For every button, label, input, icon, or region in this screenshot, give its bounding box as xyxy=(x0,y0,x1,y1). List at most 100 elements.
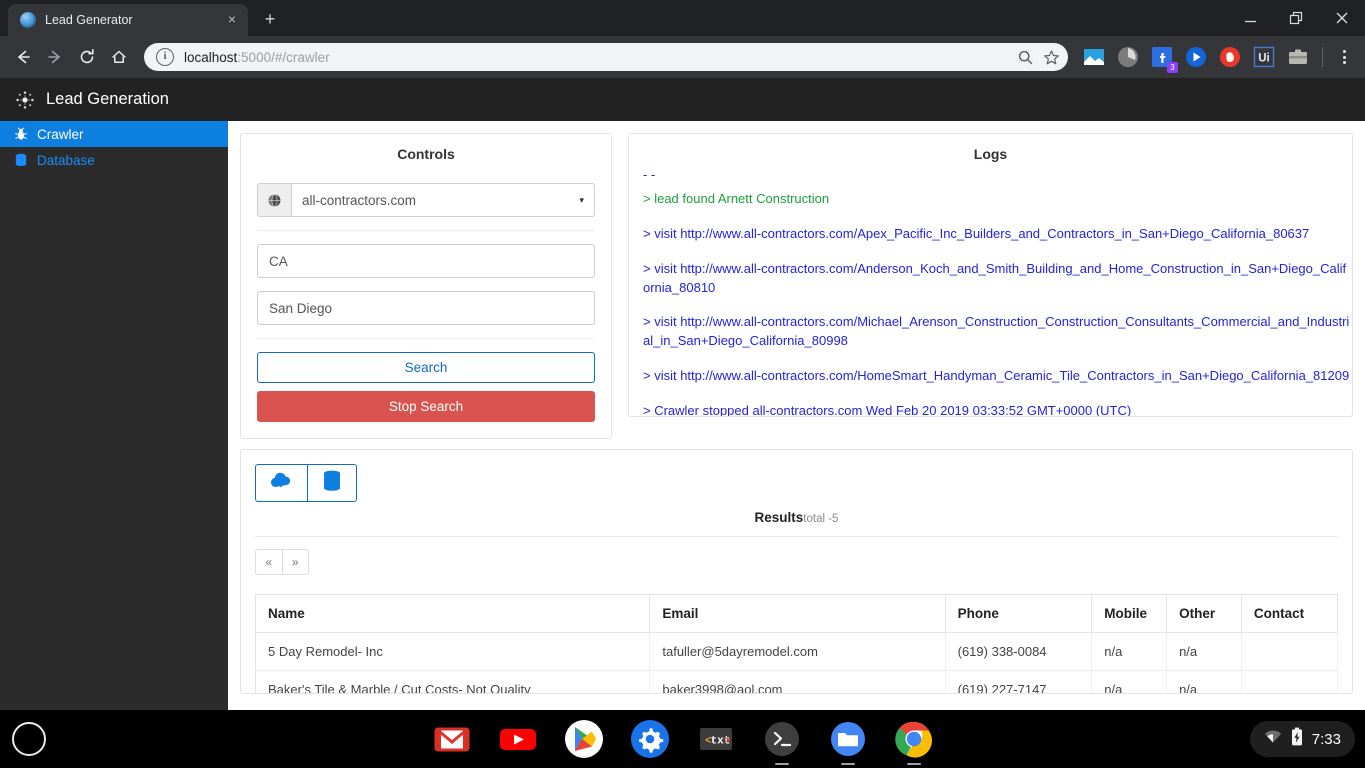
column-header-contact[interactable]: Contact xyxy=(1241,594,1339,633)
log-entry-stopped: > Crawler stopped all-contractors.com We… xyxy=(643,402,1132,416)
logs-title: Logs xyxy=(973,146,1008,162)
back-icon[interactable] xyxy=(8,42,38,72)
globe-icon xyxy=(257,183,291,217)
browser-window: Lead Generator × + i localhost:5000/#/cr… xyxy=(0,0,1365,710)
search-button[interactable]: Search xyxy=(257,352,595,383)
state-input-value: CA xyxy=(269,253,288,269)
city-input[interactable]: San Diego xyxy=(257,291,595,325)
home-icon[interactable] xyxy=(104,42,134,72)
tab-strip: Lead Generator × + xyxy=(0,0,1365,36)
site-select[interactable]: all-contractors.com ▾ xyxy=(291,183,595,217)
files-app-icon[interactable] xyxy=(826,717,870,765)
app-brand-title: Lead Generation xyxy=(46,90,169,108)
sidebar-item-crawler[interactable]: Crawler xyxy=(0,121,228,147)
cell-contact xyxy=(1241,670,1339,693)
ui-extension-icon[interactable]: Ui xyxy=(1251,44,1277,70)
pie-extension-icon[interactable] xyxy=(1115,44,1141,70)
main-content: Controls all-contractors.com ▾ CA San Di… xyxy=(228,121,1365,710)
stop-search-button[interactable]: Stop Search xyxy=(257,391,595,422)
results-toolbar xyxy=(255,464,357,502)
stop-hand-extension-icon[interactable] xyxy=(1217,44,1243,70)
svg-text:>: > xyxy=(724,736,731,748)
wifi-icon xyxy=(1264,729,1282,749)
settings-app-icon[interactable] xyxy=(628,717,672,761)
browser-toolbar: i localhost:5000/#/crawler 3 Ui xyxy=(0,36,1365,78)
chrome-app-icon[interactable] xyxy=(892,717,936,765)
browser-menu-icon[interactable] xyxy=(1331,44,1357,70)
toolbox-extension-icon[interactable] xyxy=(1285,44,1311,70)
pagination-first-button[interactable]: « xyxy=(255,549,282,575)
app-header: Lead Generation xyxy=(0,78,1365,121)
results-total-text: total -5 xyxy=(803,513,839,525)
column-header-name[interactable]: Name xyxy=(254,594,651,633)
maximize-restore-button[interactable] xyxy=(1273,0,1319,36)
text-editor-app-icon[interactable]: < txt > xyxy=(694,717,738,761)
facebook-extension-icon[interactable]: 3 xyxy=(1149,44,1178,73)
url-text: localhost:5000/#/crawler xyxy=(174,50,1012,65)
tab-close-icon[interactable]: × xyxy=(224,12,240,28)
sidebar-item-database[interactable]: Database xyxy=(0,147,228,173)
search-icon[interactable] xyxy=(1012,44,1038,70)
cell-phone: (619) 227-7147 xyxy=(945,670,1093,693)
log-entry-visit: > visit http://www.all-contractors.com/A… xyxy=(643,260,1347,295)
database-icon xyxy=(14,153,28,167)
forward-icon[interactable] xyxy=(40,42,70,72)
gmail-app-icon[interactable] xyxy=(430,717,474,761)
youtube-app-icon[interactable] xyxy=(496,717,540,761)
launcher-button[interactable] xyxy=(12,722,46,756)
log-entry-text: - - xyxy=(643,167,656,180)
site-select-group[interactable]: all-contractors.com ▾ xyxy=(257,183,595,217)
svg-text:Ui: Ui xyxy=(1258,53,1270,65)
controls-panel: Controls all-contractors.com ▾ CA San Di… xyxy=(240,133,612,439)
divider xyxy=(255,536,1338,537)
logs-panel: Logs - - > lead found Arnett Constructio… xyxy=(628,133,1353,417)
site-info-icon[interactable]: i xyxy=(156,48,174,66)
cell-email: baker3998@aol.com xyxy=(649,670,946,693)
terminal-app-icon[interactable] xyxy=(760,717,804,765)
system-tray[interactable]: 7:33 xyxy=(1249,721,1355,757)
save-to-database-button[interactable] xyxy=(306,464,357,502)
cell-mobile: n/a xyxy=(1091,670,1168,693)
play-store-app-icon[interactable] xyxy=(562,717,606,761)
image-extension-icon[interactable] xyxy=(1081,44,1107,70)
controls-title: Controls xyxy=(397,146,455,162)
log-entry-visit: > visit http://www.all-contractors.com/H… xyxy=(643,368,1350,384)
log-entry-visit: > visit http://www.all-contractors.com/M… xyxy=(643,314,1350,349)
running-indicator xyxy=(774,762,789,765)
address-bar[interactable]: i localhost:5000/#/crawler xyxy=(144,43,1068,71)
cell-email: tafuller@5dayremodel.com xyxy=(649,632,946,671)
minimize-button[interactable] xyxy=(1227,0,1273,36)
download-csv-button[interactable] xyxy=(255,464,307,502)
clock-time: 7:33 xyxy=(1311,730,1341,748)
column-header-mobile[interactable]: Mobile xyxy=(1091,594,1168,633)
chromeos-shelf: < txt > 7:33 xyxy=(0,710,1365,768)
cell-name: Baker's Tile & Marble / Cut Costs- Not Q… xyxy=(254,670,651,693)
log-entry-clipped: - - xyxy=(643,166,1352,180)
sidebar-item-label: Crawler xyxy=(37,126,84,142)
play-extension-icon[interactable] xyxy=(1183,44,1209,70)
cell-contact xyxy=(1241,632,1339,671)
column-header-email[interactable]: Email xyxy=(649,594,946,633)
lead-generation-logo-icon xyxy=(14,89,36,111)
bookmark-star-icon[interactable] xyxy=(1038,44,1064,70)
column-header-other[interactable]: Other xyxy=(1166,594,1242,633)
column-header-phone[interactable]: Phone xyxy=(945,594,1093,633)
sidebar-item-label: Database xyxy=(37,152,95,168)
log-entry-visit: > visit http://www.all-contractors.com/A… xyxy=(643,225,1310,241)
top-row: Controls all-contractors.com ▾ CA San Di… xyxy=(240,133,1353,439)
divider xyxy=(257,230,595,231)
running-indicator xyxy=(906,762,921,765)
close-window-button[interactable] xyxy=(1319,0,1365,36)
table-row[interactable]: Baker's Tile & Marble / Cut Costs- Not Q… xyxy=(254,670,1339,693)
state-input[interactable]: CA xyxy=(257,244,595,278)
table-row[interactable]: 5 Day Remodel- Inc tafuller@5dayremodel.… xyxy=(254,632,1339,671)
browser-tab[interactable]: Lead Generator × xyxy=(8,4,248,36)
pagination-last-button[interactable]: » xyxy=(281,549,309,575)
table-header-row: Name Email Phone Mobile Other Contact xyxy=(254,594,1339,633)
logs-scroll-area[interactable]: - - > lead found Arnett Construction > v… xyxy=(643,166,1352,416)
reload-icon[interactable] xyxy=(72,42,102,72)
extension-badge-count: 3 xyxy=(1167,62,1178,73)
new-tab-button[interactable]: + xyxy=(256,6,284,34)
running-indicator xyxy=(840,762,855,765)
tab-title: Lead Generator xyxy=(45,13,133,27)
